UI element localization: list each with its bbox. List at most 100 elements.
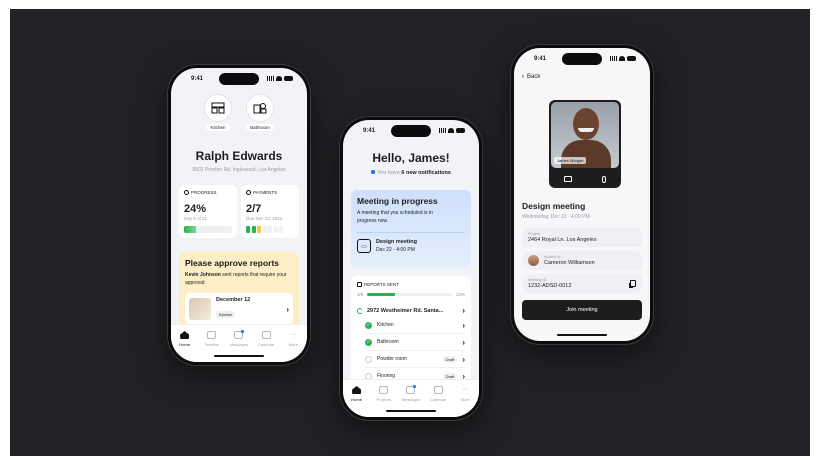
report-item-label: Bathroom [377, 339, 399, 345]
project-field: Project 2464 Royal Ln. Los Angeles [522, 228, 642, 247]
payments-label: PAYMENTS [253, 190, 278, 195]
calendar-icon [433, 386, 443, 394]
tab-more[interactable]: ··· More [281, 331, 305, 362]
room-label: Bathroom [246, 124, 274, 131]
status-bar: 9:41 [343, 126, 479, 136]
timeline-icon [207, 331, 217, 339]
room-kitchen[interactable]: Kitchen [204, 94, 232, 131]
camera-icon[interactable] [564, 176, 572, 182]
signal-icon [610, 56, 617, 61]
report-item[interactable]: December 12 Kitchen › [185, 293, 293, 325]
wifi-icon [619, 56, 625, 61]
phone-meeting-screen: 9:41 ‹ Back James Morgan Design meeting … [510, 44, 654, 345]
chevron-right-icon: › [462, 354, 465, 364]
wifi-icon [276, 76, 282, 81]
meeting-date: Dec 22 · 4:00 PM [376, 247, 415, 253]
draft-badge: Draft [442, 355, 458, 363]
battery-icon [627, 56, 636, 61]
copy-icon[interactable] [630, 280, 636, 287]
meeting-progress-card[interactable]: Meeting in progress A meeting that you s… [351, 190, 471, 268]
tab-projects[interactable]: Projects [372, 386, 396, 417]
tab-home[interactable]: Home [173, 331, 197, 362]
home-icon [180, 331, 190, 339]
progress-sub: Day 8 of 31 [184, 216, 208, 221]
join-meeting-button[interactable]: Join meeting [522, 300, 642, 320]
room-icons: Kitchen Bathroom [171, 94, 307, 131]
progress-bar [184, 226, 232, 233]
meeting-datetime: Wednesday, Dec 22 · 4:00 PM [522, 214, 590, 220]
progress-bar-fill [184, 226, 196, 233]
invited-by-value: Cameron Williamson [544, 260, 595, 266]
progress-label: PROGRESS [191, 190, 217, 195]
report-icon [357, 282, 362, 287]
client-name: Ralph Edwards [195, 149, 283, 163]
chevron-right-icon: › [286, 304, 289, 314]
check-circle-icon: ✓ [365, 321, 372, 329]
reports-sent-card: REPORTS SENT 3/9 33% 2972 Westheimer Rd.… [351, 276, 471, 394]
more-icon: ··· [461, 386, 469, 393]
home-indicator [557, 334, 607, 336]
status-time: 9:41 [534, 56, 547, 62]
home-indicator [386, 410, 436, 412]
caller-smile [578, 128, 594, 132]
notifications-line[interactable]: You have 6 new notifications [343, 170, 479, 176]
tab-timeline[interactable]: Timeline [200, 331, 224, 362]
meeting-id-value: 1232-ADSD-0012 [528, 283, 572, 289]
reports-label: REPORTS SENT [364, 282, 399, 287]
progress-card[interactable]: PROGRESS 24% Day 8 of 31 [179, 185, 237, 238]
back-button[interactable]: ‹ Back [522, 74, 540, 80]
caller-face [573, 108, 599, 140]
reports-progress-fill [367, 293, 396, 296]
phone-screen: 9:41 ‹ Back James Morgan Design meeting … [514, 48, 650, 341]
kitchen-thumbnail [189, 298, 211, 320]
phone-screen: 9:41 Kitchen Bathroom Ralph Edwards 8502… [171, 68, 307, 362]
room-bathroom[interactable]: Bathroom [246, 94, 274, 131]
chevron-right-icon: › [462, 306, 465, 315]
video-icon: ▭ [357, 239, 371, 253]
kitchen-icon [204, 94, 232, 122]
address-row[interactable]: 2972 Westheimer Rd. Santa... › [357, 306, 465, 315]
tab-home[interactable]: Home [345, 386, 369, 417]
payments-sub: Due Dec 23, 2022 [246, 216, 283, 221]
status-time: 9:41 [191, 76, 204, 82]
tab-more[interactable]: ··· More [453, 386, 477, 417]
chevron-right-icon: › [462, 337, 465, 347]
empty-circle-icon [365, 355, 372, 363]
reports-count: 3/9 [357, 292, 364, 297]
report-list-item[interactable]: Powder room Draft › [365, 351, 465, 368]
tab-messages[interactable]: Messages [227, 330, 251, 362]
progress-ring-icon [357, 307, 363, 314]
report-tag: Kitchen [216, 311, 236, 318]
home-indicator [214, 355, 264, 357]
report-address: 2972 Westheimer Rd. Santa... [367, 307, 444, 314]
meeting-id-field: Meeting ID 1232-ADSD-0012 [522, 274, 642, 293]
meeting-name: Design meeting [376, 239, 417, 245]
payments-card[interactable]: PAYMENTS 2/7 Due Dec 23, 2022 [241, 185, 299, 238]
messages-icon [406, 385, 417, 394]
report-list-item[interactable]: ✓ Bathroom › [365, 334, 465, 351]
invited-by-field: Invited by Cameron Williamson [522, 251, 642, 270]
report-item-label: Powder room [377, 356, 407, 362]
report-item-label: Kitchen [377, 322, 394, 328]
chevron-left-icon: ‹ [522, 74, 524, 80]
status-time: 9:41 [363, 128, 376, 134]
report-list-item[interactable]: ✓ Kitchen › [365, 317, 465, 334]
meeting-title: Design meeting [522, 201, 586, 211]
tab-calendar[interactable]: Calendar [254, 331, 278, 362]
progress-value: 24% [184, 203, 207, 215]
chevron-right-icon: › [462, 320, 465, 330]
caller-name-tag: James Morgan [554, 157, 587, 164]
battery-icon [284, 76, 293, 81]
phone-screen: 9:41 Hello, James! You have 6 new notifi… [343, 120, 479, 417]
video-call-preview[interactable]: James Morgan [549, 100, 621, 188]
dollar-icon [246, 190, 251, 195]
clock-icon [184, 190, 189, 195]
battery-icon [456, 128, 465, 133]
signal-icon [267, 76, 274, 81]
tab-calendar[interactable]: Calendar [426, 386, 450, 417]
microphone-icon[interactable] [602, 176, 606, 183]
signal-icon [439, 128, 446, 133]
bathroom-icon [246, 94, 274, 122]
client-address: 8502 Preston Rd. Inglewood, Los Angeles [192, 167, 286, 173]
tab-messages[interactable]: Messages [399, 385, 423, 417]
